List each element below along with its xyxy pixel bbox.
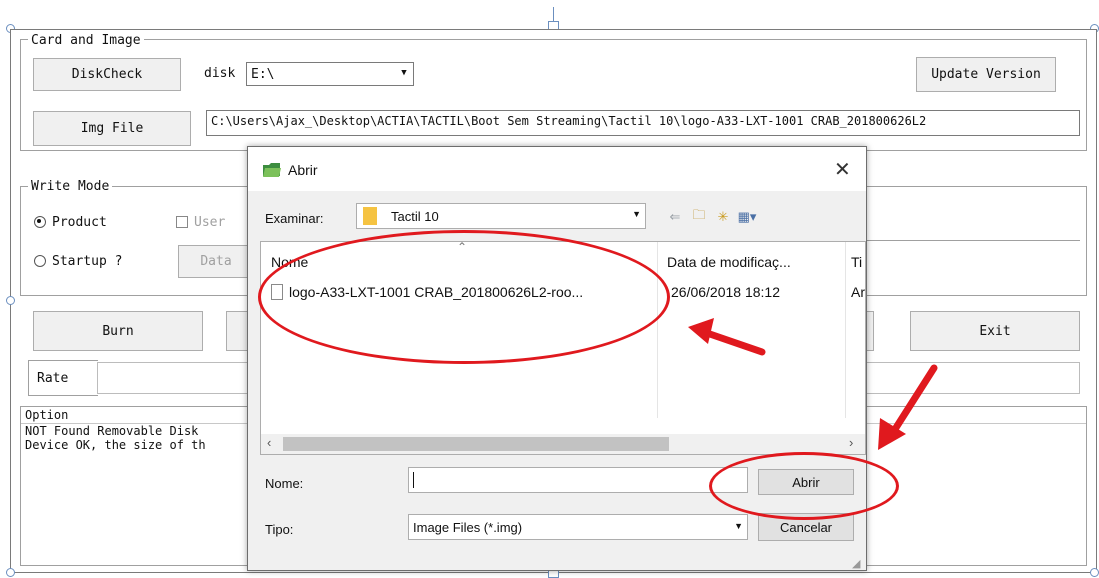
product-label: Product: [52, 214, 107, 230]
type-label: Tipo:: [265, 522, 294, 537]
lookin-value: Tactil 10: [391, 208, 439, 224]
product-radio-indicator[interactable]: [34, 216, 46, 228]
column-separator[interactable]: [657, 242, 658, 418]
startup-radio[interactable]: Startup ?: [34, 252, 154, 270]
annotation-arrow-left: [688, 318, 766, 356]
annotation-arrow-down: [878, 364, 938, 450]
view-menu-icon[interactable]: ▦▾: [738, 209, 757, 225]
new-folder-icon[interactable]: ✳: [714, 209, 732, 225]
img-file-button[interactable]: Img File: [33, 111, 191, 146]
back-arrow-icon[interactable]: ⇐: [666, 209, 684, 225]
rate-row: Rate: [28, 360, 98, 396]
close-icon[interactable]: ✕: [834, 157, 851, 182]
disk-select[interactable]: E:\ ▼: [246, 62, 414, 86]
diskcheck-label: DiskCheck: [71, 67, 143, 82]
annotation-ellipse-file: [258, 230, 670, 364]
exit-label: Exit: [979, 323, 1011, 339]
dialog-title: Abrir: [288, 162, 318, 178]
name-label: Nome:: [265, 476, 304, 491]
burn-button[interactable]: Burn: [33, 311, 203, 351]
navigation-toolbar: ⇐ 🗀 ✳ ▦▾: [666, 207, 796, 227]
user-checkbox-box[interactable]: [176, 216, 188, 228]
scroll-right-icon[interactable]: ›: [849, 435, 853, 450]
folder-icon: [263, 163, 281, 177]
update-version-label: Update Version: [931, 67, 1041, 82]
disk-label: disk: [204, 66, 236, 81]
img-path-value: C:\Users\Ajax_\Desktop\ACTIA\TACTIL\Boot…: [211, 114, 927, 128]
right-panel-field: [866, 240, 1080, 241]
rate-label: Rate: [37, 370, 69, 386]
resize-handle-bottom-left[interactable]: [6, 568, 15, 577]
rate-progress-bar: [97, 362, 257, 394]
card-image-group-title: Card and Image: [28, 33, 144, 48]
filename-cursor: [413, 472, 414, 488]
horizontal-scrollbar[interactable]: ‹ ›: [261, 434, 865, 454]
column-separator[interactable]: [845, 242, 846, 418]
diskcheck-button[interactable]: DiskCheck: [33, 58, 181, 91]
scrollbar-thumb[interactable]: [283, 437, 669, 451]
startup-label: Startup ?: [52, 253, 123, 269]
filetype-value: Image Files (*.img): [413, 519, 523, 535]
file-date: 26/06/2018 18:12: [671, 284, 780, 300]
dropdown-arrow-icon[interactable]: ▼: [397, 66, 411, 80]
filename-input[interactable]: [408, 467, 748, 493]
write-mode-group-title: Write Mode: [28, 179, 113, 194]
burn-label: Burn: [102, 323, 134, 339]
column-header-date[interactable]: Data de modificaç...: [667, 254, 791, 270]
data-button[interactable]: Data: [178, 245, 254, 278]
dialog-titlebar: [248, 147, 866, 191]
data-label: Data: [200, 254, 232, 269]
user-checkbox[interactable]: User: [176, 213, 248, 231]
column-header-type[interactable]: Ti: [851, 254, 862, 270]
resize-handle-bottom-right[interactable]: [1090, 568, 1099, 577]
startup-radio-indicator[interactable]: [34, 255, 46, 267]
lookin-folder-icon: [363, 207, 377, 225]
dropdown-arrow-icon[interactable]: ▼: [734, 521, 743, 531]
disk-value: E:\: [251, 66, 275, 82]
dropdown-arrow-icon[interactable]: ▼: [632, 209, 641, 219]
img-file-label: Img File: [80, 121, 144, 136]
up-folder-icon[interactable]: 🗀: [690, 207, 708, 225]
annotation-ellipse-open: [709, 452, 899, 520]
filetype-select[interactable]: Image Files (*.img) ▼: [408, 514, 748, 540]
resize-handle-mid-left[interactable]: [6, 296, 15, 305]
product-radio[interactable]: Product: [34, 213, 144, 231]
scroll-left-icon[interactable]: ‹: [267, 435, 271, 450]
lookin-label: Examinar:: [265, 211, 324, 226]
cancel-label: Cancelar: [779, 519, 833, 535]
lookin-select[interactable]: Tactil 10 ▼: [356, 203, 646, 229]
exit-button[interactable]: Exit: [910, 311, 1080, 351]
user-label: User: [194, 214, 226, 230]
img-path-field[interactable]: C:\Users\Ajax_\Desktop\ACTIA\TACTIL\Boot…: [206, 110, 1080, 136]
resize-grip-icon[interactable]: ◢: [852, 557, 860, 570]
file-type: Ar: [851, 284, 865, 300]
update-version-button[interactable]: Update Version: [916, 57, 1056, 92]
